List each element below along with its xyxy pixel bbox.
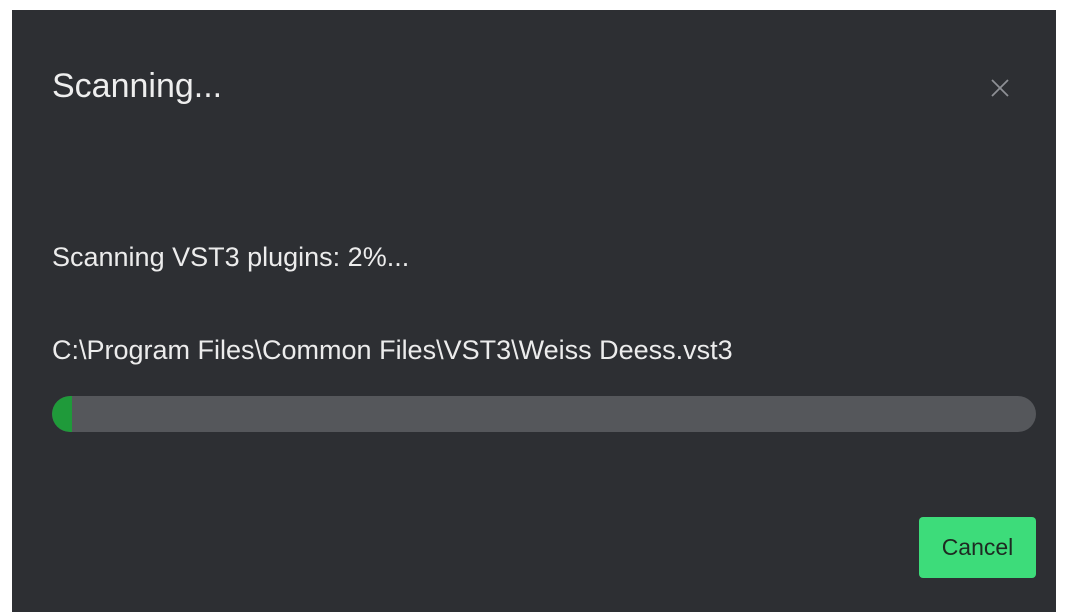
close-button[interactable] [980, 68, 1020, 108]
scan-status-text: Scanning VST3 plugins: 2%... [52, 242, 410, 272]
cancel-button[interactable]: Cancel [919, 517, 1036, 578]
close-icon [989, 77, 1011, 99]
progress-bar-fill [52, 396, 72, 432]
dialog-title: Scanning... [52, 67, 223, 105]
progress-bar [52, 396, 1036, 432]
current-file-path: C:\Program Files\Common Files\VST3\Weiss… [52, 335, 733, 365]
scan-dialog: Scanning... Scanning VST3 plugins: 2%...… [12, 10, 1056, 612]
